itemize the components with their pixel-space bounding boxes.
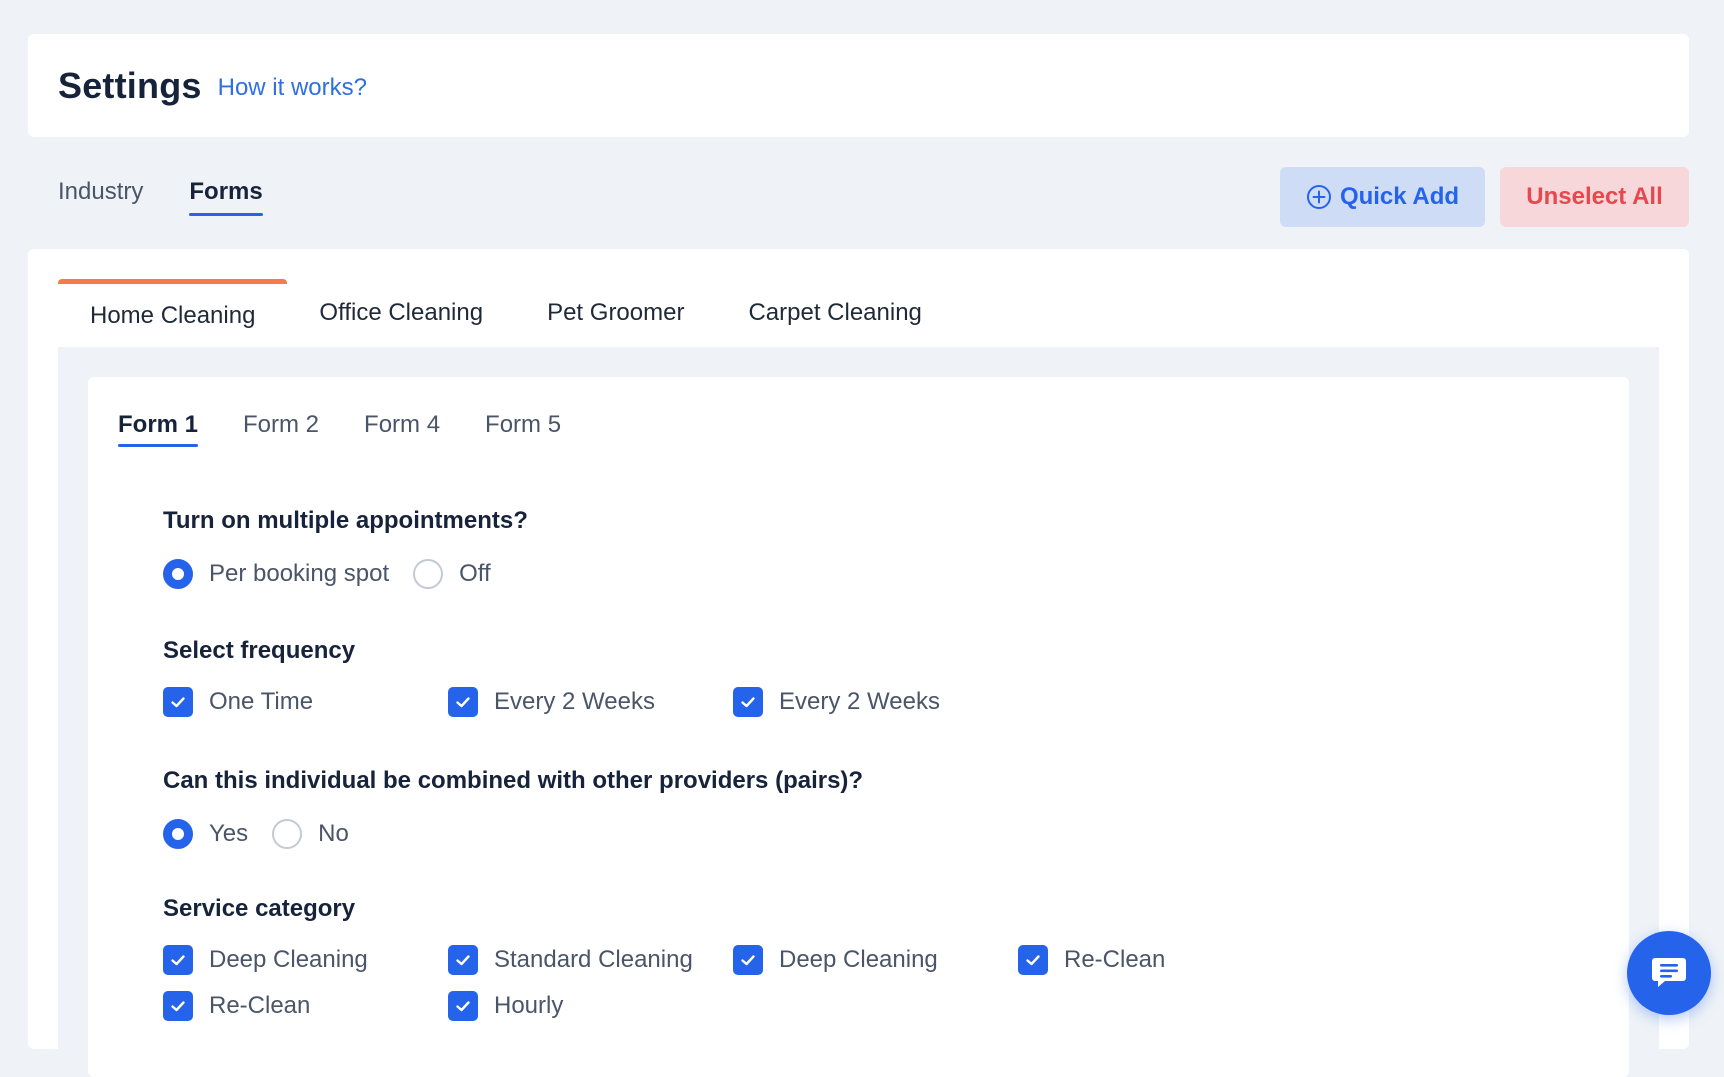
frequency-section: Select frequency One Time Every 2 Weeks …	[163, 637, 1303, 717]
radio-label: No	[318, 820, 349, 847]
top-tabs: Industry Forms	[58, 178, 264, 216]
checkbox-checked-icon	[1018, 945, 1048, 975]
checkbox-every-2-weeks[interactable]: Every 2 Weeks	[448, 687, 733, 717]
frequency-question: Select frequency	[163, 637, 356, 664]
checkbox-re-clean[interactable]: Re-Clean	[1018, 945, 1303, 975]
checkbox-checked-icon	[163, 945, 193, 975]
industry-panel: Form 1 Form 2 Form 4 Form 5 Turn on mult…	[58, 347, 1659, 1077]
industry-tabs: Home Cleaning Office Cleaning Pet Groome…	[58, 279, 1659, 347]
checkbox-label: Deep Cleaning	[779, 946, 938, 973]
quick-add-button[interactable]: Quick Add	[1280, 167, 1485, 227]
radio-off[interactable]: Off	[413, 559, 491, 589]
service-category-options: Deep Cleaning Standard Cleaning Deep Cle…	[163, 945, 1303, 1021]
checkbox-checked-icon	[448, 687, 478, 717]
multiple-appointments-question: Turn on multiple appointments?	[163, 507, 528, 534]
form-card: Form 1 Form 2 Form 4 Form 5 Turn on mult…	[88, 377, 1629, 1077]
radio-selected-icon	[163, 559, 193, 589]
checkbox-label: Every 2 Weeks	[494, 688, 655, 715]
pairs-options: Yes No	[163, 819, 863, 849]
radio-label: Yes	[209, 820, 249, 847]
plus-circle-icon	[1306, 184, 1332, 210]
chat-bubble-icon	[1649, 951, 1689, 996]
pairs-section: Can this individual be combined with oth…	[163, 767, 863, 849]
tab-form-2[interactable]: Form 2	[243, 411, 319, 443]
checkbox-re-clean-alt[interactable]: Re-Clean	[163, 991, 448, 1021]
how-it-works-link[interactable]: How it works?	[218, 74, 367, 102]
checkbox-checked-icon	[733, 945, 763, 975]
quick-add-label: Quick Add	[1339, 183, 1460, 210]
checkbox-every-2-weeks-alt[interactable]: Every 2 Weeks	[733, 687, 1018, 717]
checkbox-deep-cleaning[interactable]: Deep Cleaning	[163, 945, 448, 975]
checkbox-label: Standard Cleaning	[494, 946, 693, 973]
radio-selected-icon	[163, 819, 193, 849]
service-category-section: Service category Deep Cleaning Standard …	[163, 895, 1303, 1021]
tab-form-4[interactable]: Form 4	[364, 411, 440, 443]
multiple-appointments-section: Turn on multiple appointments? Per booki…	[163, 507, 528, 589]
checkbox-label: Deep Cleaning	[209, 946, 368, 973]
checkbox-checked-icon	[448, 945, 478, 975]
checkbox-checked-icon	[448, 991, 478, 1021]
frequency-options: One Time Every 2 Weeks Every 2 Weeks	[163, 687, 1303, 717]
tab-form-1[interactable]: Form 1	[118, 411, 199, 447]
radio-unselected-icon	[413, 559, 444, 589]
multiple-appointments-options: Per booking spot Off	[163, 559, 528, 589]
checkbox-label: Re-Clean	[1064, 946, 1166, 973]
checkbox-standard-cleaning[interactable]: Standard Cleaning	[448, 945, 733, 975]
radio-per-booking-spot[interactable]: Per booking spot	[163, 559, 389, 589]
checkbox-hourly[interactable]: Hourly	[448, 991, 733, 1021]
checkbox-checked-icon	[163, 687, 193, 717]
forms-card: Home Cleaning Office Cleaning Pet Groome…	[28, 249, 1689, 1077]
page-title: Settings	[58, 64, 202, 106]
radio-yes[interactable]: Yes	[163, 819, 248, 849]
tab-form-5[interactable]: Form 5	[485, 411, 561, 443]
checkbox-label: Hourly	[494, 992, 564, 1019]
unselect-all-button[interactable]: Unselect All	[1500, 167, 1689, 227]
tab-carpet-cleaning[interactable]: Carpet Cleaning	[716, 279, 953, 347]
unselect-all-label: Unselect All	[1526, 183, 1663, 210]
tab-home-cleaning[interactable]: Home Cleaning	[58, 279, 288, 347]
form-tabs: Form 1 Form 2 Form 4 Form 5	[118, 411, 561, 447]
radio-no[interactable]: No	[272, 819, 349, 849]
checkbox-one-time[interactable]: One Time	[163, 687, 448, 717]
chat-button[interactable]	[1627, 931, 1711, 1015]
tab-industry[interactable]: Industry	[58, 178, 143, 212]
radio-unselected-icon	[272, 819, 303, 849]
checkbox-deep-cleaning-alt[interactable]: Deep Cleaning	[733, 945, 1018, 975]
radio-label: Off	[459, 560, 491, 587]
tab-office-cleaning[interactable]: Office Cleaning	[287, 279, 515, 347]
checkbox-label: Every 2 Weeks	[779, 688, 940, 715]
tab-forms[interactable]: Forms	[189, 178, 264, 216]
checkbox-checked-icon	[163, 991, 193, 1021]
checkbox-checked-icon	[733, 687, 763, 717]
settings-header: Settings How it works?	[28, 34, 1689, 137]
checkbox-label: Re-Clean	[209, 992, 311, 1019]
service-category-question: Service category	[163, 895, 356, 922]
tab-pet-groomer[interactable]: Pet Groomer	[515, 279, 716, 347]
checkbox-label: One Time	[209, 688, 314, 715]
radio-label: Per booking spot	[209, 560, 390, 587]
pairs-question: Can this individual be combined with oth…	[163, 767, 864, 794]
